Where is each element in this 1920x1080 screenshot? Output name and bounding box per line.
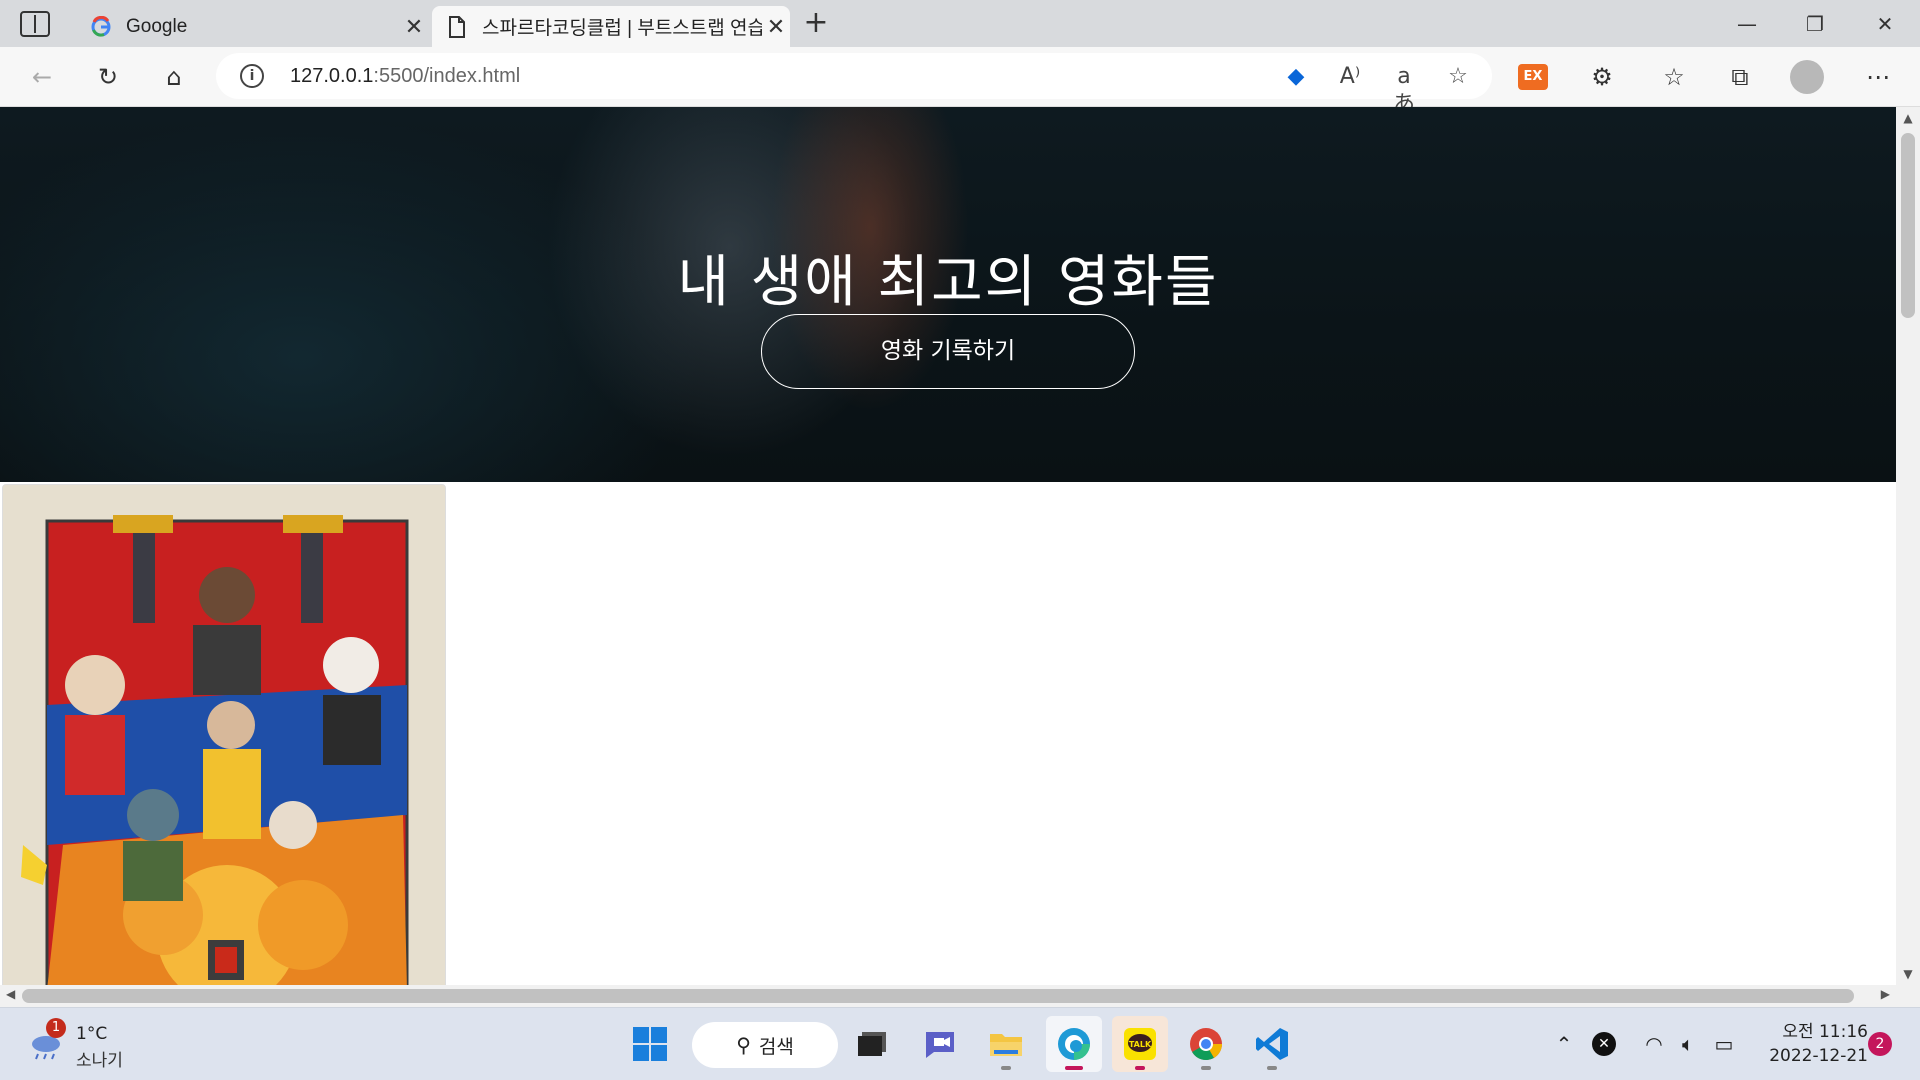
shopping-tag-icon[interactable]: ◆: [1282, 63, 1310, 91]
task-view-icon: [858, 1032, 886, 1056]
url-path: :5500/index.html: [373, 65, 521, 87]
favorites-icon[interactable]: ☆: [1656, 59, 1692, 95]
taskbar: 1 1°C 소나기 ⚲ 검색 TALK ⌃ ✕ ◠ 🔈︎ ▭ 오전 11:16 …: [0, 1007, 1920, 1080]
horizontal-scrollbar[interactable]: ◀ ▶: [0, 985, 1896, 1007]
volume-icon[interactable]: 🔈︎: [1674, 1030, 1702, 1058]
scrollbar-corner: [1896, 985, 1920, 1007]
vertical-scroll-thumb[interactable]: [1901, 133, 1915, 318]
close-circle-icon[interactable]: ✕: [1592, 1032, 1616, 1056]
weather-desc: 소나기: [76, 1051, 123, 1071]
scroll-down-icon[interactable]: ▼: [1900, 967, 1916, 981]
kakaotalk-button[interactable]: TALK: [1112, 1016, 1168, 1072]
tab-google[interactable]: Google ✕: [78, 6, 428, 47]
page-viewport: 내 생애 최고의 영화들 영화 기록하기: [0, 107, 1896, 985]
address-bar[interactable]: i 127.0.0.1:5500/index.html ◆ A⁾ aあ ☆: [216, 53, 1492, 117]
tab-title: Google: [126, 15, 188, 37]
vscode-button[interactable]: [1244, 1016, 1300, 1072]
more-menu-icon[interactable]: ⋯: [1860, 59, 1896, 95]
browser-toolbar: ← ↻ ⌂ i 127.0.0.1:5500/index.html ◆ A⁾ a…: [0, 47, 1920, 117]
search-icon: ⚲: [736, 1033, 751, 1057]
chevron-up-icon[interactable]: ⌃: [1550, 1030, 1578, 1058]
chrome-button[interactable]: [1178, 1016, 1234, 1072]
running-indicator: [1201, 1066, 1211, 1070]
vertical-scrollbar[interactable]: ▲ ▼: [1896, 107, 1920, 985]
scroll-left-icon[interactable]: ◀: [6, 987, 15, 1001]
scroll-up-icon[interactable]: ▲: [1900, 111, 1916, 125]
active-indicator: [1065, 1066, 1083, 1070]
teams-chat-icon: [926, 1032, 954, 1058]
weather-widget[interactable]: 1 1°C 소나기: [26, 1018, 166, 1071]
start-button[interactable]: [622, 1016, 678, 1072]
notification-badge[interactable]: 2: [1868, 1032, 1892, 1056]
tab-bar: Google ✕ 스파르타코딩클럽 | 부트스트랩 연습하기 ✕ + — ❐ ✕: [0, 0, 1920, 47]
refresh-icon[interactable]: ↻: [90, 59, 126, 95]
tab-sparta[interactable]: 스파르타코딩클럽 | 부트스트랩 연습하기 ✕: [432, 6, 790, 47]
search-label: 검색: [758, 1035, 794, 1058]
url-host: 127.0.0.1: [290, 65, 374, 87]
taskbar-search[interactable]: ⚲ 검색: [692, 1022, 838, 1068]
task-view-button[interactable]: [844, 1016, 900, 1072]
extension-ex-icon[interactable]: EX: [1518, 64, 1548, 90]
record-movie-button[interactable]: 영화 기록하기: [761, 314, 1135, 389]
edge-icon: [1058, 1028, 1090, 1060]
close-tab-icon[interactable]: ✕: [400, 14, 428, 40]
back-icon[interactable]: ←: [24, 59, 60, 95]
folder-icon: [990, 1034, 1022, 1056]
clock-date: 2022-12-21: [1769, 1046, 1868, 1066]
windows-icon: [633, 1027, 667, 1061]
tab-title: 스파르타코딩클럽 | 부트스트랩 연습하기: [482, 18, 762, 39]
scroll-right-icon[interactable]: ▶: [1881, 987, 1890, 1001]
horizontal-scroll-thumb[interactable]: [22, 989, 1854, 1003]
add-favorite-icon[interactable]: ☆: [1444, 63, 1472, 91]
collections-icon[interactable]: ⧉: [1722, 59, 1758, 95]
weather-badge: 1: [46, 1018, 66, 1038]
teams-chat-button[interactable]: [912, 1016, 968, 1072]
read-aloud-icon[interactable]: A⁾: [1336, 63, 1364, 91]
home-icon[interactable]: ⌂: [156, 59, 192, 95]
new-tab-button[interactable]: +: [800, 8, 832, 40]
google-icon: [90, 15, 112, 38]
hero-banner: 내 생애 최고의 영화들 영화 기록하기: [0, 107, 1896, 482]
running-indicator: [1001, 1066, 1011, 1070]
wifi-icon[interactable]: ◠: [1640, 1030, 1668, 1058]
running-indicator: [1267, 1066, 1277, 1070]
page-title: 내 생애 최고의 영화들: [677, 249, 1219, 315]
vscode-icon: [1256, 1028, 1288, 1060]
system-clock[interactable]: 오전 11:16 2022-12-21: [1758, 1020, 1868, 1068]
movie-poster: [3, 485, 445, 985]
clock-time: 오전 11:16: [1782, 1022, 1868, 1042]
site-info-icon[interactable]: i: [240, 64, 264, 88]
kakaotalk-icon: TALK: [1124, 1028, 1156, 1060]
edge-button[interactable]: [1046, 1016, 1102, 1072]
url-text[interactable]: 127.0.0.1:5500/index.html: [290, 65, 520, 88]
weather-temp: 1°C: [76, 1024, 108, 1044]
minimize-button[interactable]: —: [1722, 6, 1772, 42]
file-explorer-button[interactable]: [978, 1016, 1034, 1072]
battery-icon[interactable]: ▭: [1710, 1030, 1738, 1058]
page-icon: [446, 15, 468, 38]
running-indicator: [1135, 1066, 1145, 1070]
profile-avatar[interactable]: [1790, 60, 1824, 94]
close-window-button[interactable]: ✕: [1860, 6, 1910, 42]
svg-text:TALK: TALK: [1129, 1040, 1152, 1049]
extensions-icon[interactable]: ⚙: [1584, 59, 1620, 95]
translate-icon[interactable]: aあ: [1390, 63, 1418, 117]
chrome-icon: [1190, 1028, 1222, 1061]
close-tab-icon[interactable]: ✕: [762, 14, 790, 40]
tab-actions-icon[interactable]: [20, 11, 50, 37]
restore-button[interactable]: ❐: [1790, 6, 1840, 42]
movie-card[interactable]: [2, 484, 446, 985]
